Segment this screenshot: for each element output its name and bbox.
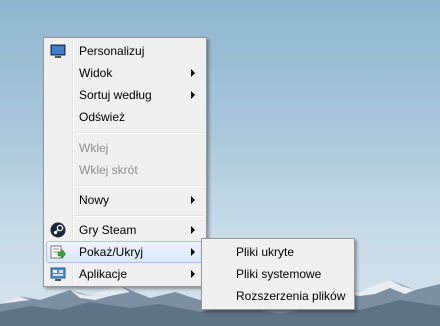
apps-icon xyxy=(50,267,66,281)
menu-item-label: Pokaż/Ukryj xyxy=(79,245,144,259)
desktop-context-menu: Personalizuj Widok Sortuj według Odśwież… xyxy=(43,37,207,287)
menu-item-label: Wklej xyxy=(79,141,109,155)
show-hide-submenu: Pliki ukryte Pliki systemowe Rozszerzeni… xyxy=(201,238,355,310)
menu-item-refresh[interactable]: Odśwież xyxy=(46,106,204,128)
menu-item-label: Widok xyxy=(79,66,113,80)
menu-separator xyxy=(75,185,204,187)
submenu-arrow-icon xyxy=(191,270,195,278)
menu-item-label: Sortuj według xyxy=(79,88,152,102)
submenu-arrow-icon xyxy=(191,248,195,256)
steam-icon xyxy=(50,222,66,238)
submenu-item-label: Pliki systemowe xyxy=(236,267,322,281)
menu-item-label: Personalizuj xyxy=(79,44,145,58)
menu-item-label: Wklej skrót xyxy=(79,163,138,177)
submenu-item-file-extensions[interactable]: Rozszerzenia plików xyxy=(204,285,352,307)
menu-item-show-hide[interactable]: Pokaż/Ukryj xyxy=(46,241,204,263)
menu-item-label: Odśwież xyxy=(79,110,126,124)
menu-item-label: Aplikacje xyxy=(79,267,128,281)
menu-item-applications[interactable]: Aplikacje xyxy=(46,263,204,285)
menu-item-label: Gry Steam xyxy=(79,223,137,237)
menu-item-paste[interactable]: Wklej xyxy=(46,137,204,159)
submenu-item-label: Pliki ukryte xyxy=(236,245,295,259)
submenu-arrow-icon xyxy=(191,196,195,204)
submenu-arrow-icon xyxy=(191,226,195,234)
monitor-icon xyxy=(50,44,66,58)
submenu-arrow-icon xyxy=(191,91,195,99)
submenu-item-label: Rozszerzenia plików xyxy=(236,289,346,303)
menu-separator xyxy=(75,215,204,217)
submenu-item-hidden-files[interactable]: Pliki ukryte xyxy=(204,241,352,263)
menu-separator xyxy=(75,132,204,134)
submenu-item-system-files[interactable]: Pliki systemowe xyxy=(204,263,352,285)
menu-item-label: Nowy xyxy=(79,193,110,207)
show-hide-icon xyxy=(50,245,66,260)
submenu-arrow-icon xyxy=(191,69,195,77)
menu-item-personalize[interactable]: Personalizuj xyxy=(46,40,204,62)
menu-item-sort-by[interactable]: Sortuj według xyxy=(46,84,204,106)
menu-item-steam-games[interactable]: Gry Steam xyxy=(46,219,204,241)
menu-item-new[interactable]: Nowy xyxy=(46,189,204,211)
menu-item-view[interactable]: Widok xyxy=(46,62,204,84)
menu-item-paste-shortcut[interactable]: Wklej skrót xyxy=(46,159,204,181)
